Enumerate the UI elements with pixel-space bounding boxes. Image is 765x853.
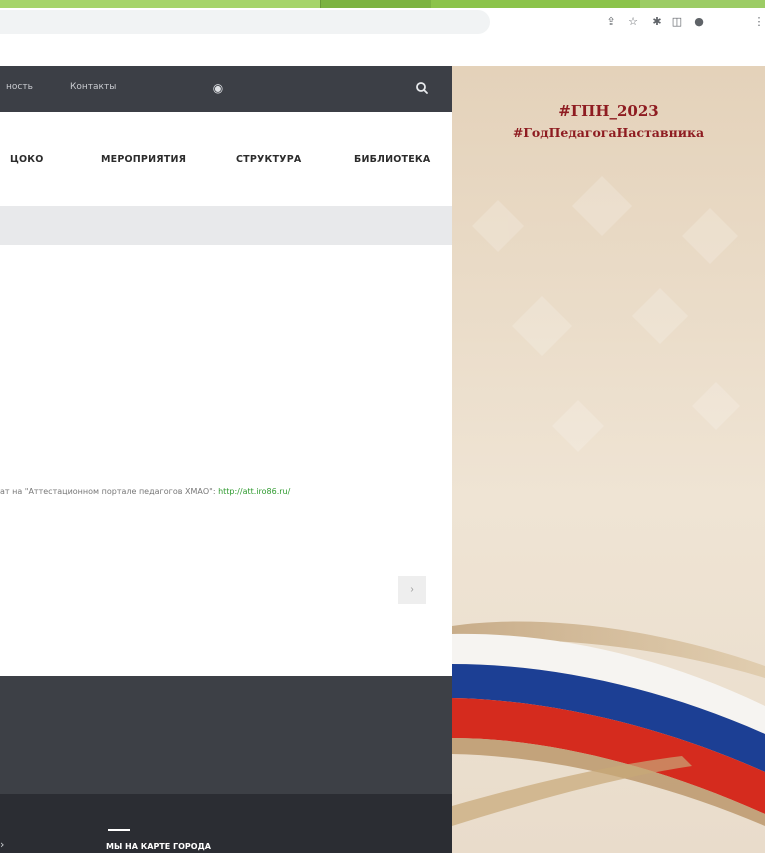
year-of-teacher-banner — [452, 66, 765, 853]
search-icon[interactable] — [414, 80, 430, 96]
share-icon[interactable]: ⇪ — [604, 15, 618, 29]
accessibility-eye-icon[interactable]: ◉ — [207, 81, 229, 95]
attestation-portal-link[interactable]: http://att.iro86.ru/ — [218, 487, 290, 496]
next-button[interactable]: › — [398, 576, 426, 604]
browser-tabstrip — [0, 0, 765, 8]
breadcrumb-bar — [0, 206, 452, 245]
menu-item-events[interactable]: МЕРОПРИЯТИЯ — [101, 154, 186, 165]
banner-artwork — [452, 66, 765, 853]
browser-tab[interactable] — [640, 0, 765, 8]
browser-tab-active[interactable] — [320, 0, 431, 8]
topbar-link-contacts[interactable]: Контакты — [70, 82, 116, 92]
profile-icon[interactable]: ● — [692, 15, 706, 29]
address-bar[interactable] — [0, 10, 490, 34]
topbar-link-partial[interactable]: ность — [6, 82, 33, 92]
footer-upper — [0, 676, 452, 794]
sidepanel-icon[interactable]: ◫ — [670, 15, 684, 29]
chevron-right-icon: › — [0, 838, 5, 851]
footer-divider — [108, 829, 130, 831]
content-paragraph: ат на "Аттестационном портале педагогов … — [0, 487, 452, 496]
menu-item-structure[interactable]: СТРУКТУРА — [236, 154, 301, 165]
browser-tab[interactable] — [0, 0, 320, 8]
banner-hashtag-year: #ГПН_2023 — [558, 102, 659, 120]
menu-item-library[interactable]: БИБЛИОТЕКА — [354, 154, 430, 165]
footer-map-title: МЫ НА КАРТЕ ГОРОДА — [106, 842, 211, 851]
extensions-icon[interactable]: ✱ — [650, 15, 664, 29]
banner-hashtag-name: #ГодПедагогаНаставника — [512, 125, 705, 140]
content-text: ат на "Аттестационном портале педагогов … — [0, 487, 219, 496]
menu-item-coko[interactable]: ЦОКО — [10, 154, 44, 165]
footer-lower — [0, 794, 452, 853]
menu-icon[interactable]: ⋮ — [752, 15, 765, 29]
star-icon[interactable]: ☆ — [626, 15, 640, 29]
